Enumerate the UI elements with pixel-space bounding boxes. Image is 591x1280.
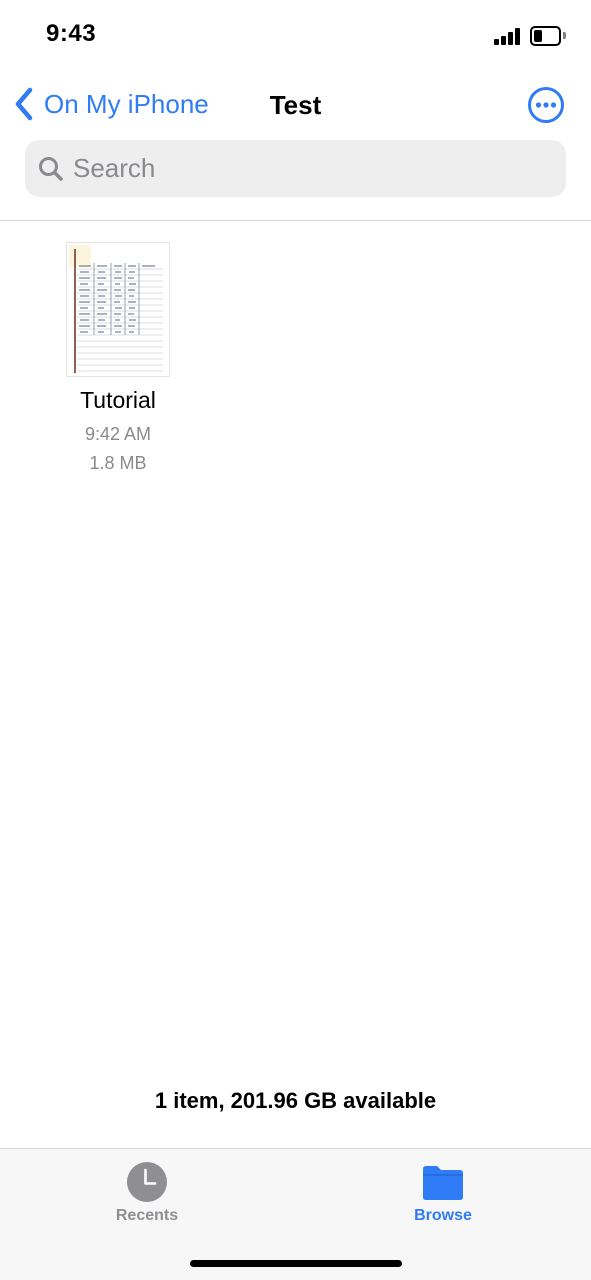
battery-cap [563,32,566,39]
tab-label-recents: Recents [115,1207,179,1224]
divider [0,220,591,221]
document-preview-image [67,243,169,376]
folder-icon [423,1166,463,1200]
file-size: 1.8 MB [89,453,147,473]
tab-recents[interactable]: Recents [72,1161,222,1225]
file-thumbnail [66,242,170,377]
file-time: 9:42 AM [84,424,152,444]
tab-browse[interactable]: Browse [368,1161,518,1225]
search-placeholder: Search [73,153,156,183]
signal-icon [494,28,522,45]
home-indicator [190,1260,402,1267]
ellipsis-circle-icon[interactable] [527,86,565,124]
page-title: Test [269,90,322,120]
status-bar: 9:43 [0,0,591,70]
navigation-bar: On My iPhone Test [0,76,591,132]
battery-icon [530,26,561,46]
status-time: 9:43 [46,20,97,47]
file-item[interactable]: Tutorial 9:42 AM 1.8 MB [40,242,196,478]
storage-info: 1 item, 201.96 GB available [154,1088,437,1113]
file-name: Tutorial [80,387,156,413]
clock-icon [127,1162,167,1202]
search-input[interactable]: Search [25,140,566,197]
tab-label-browse: Browse [414,1207,472,1224]
file-meta: 9:42 AM 1.8 MB [40,420,196,478]
search-icon [39,156,63,181]
